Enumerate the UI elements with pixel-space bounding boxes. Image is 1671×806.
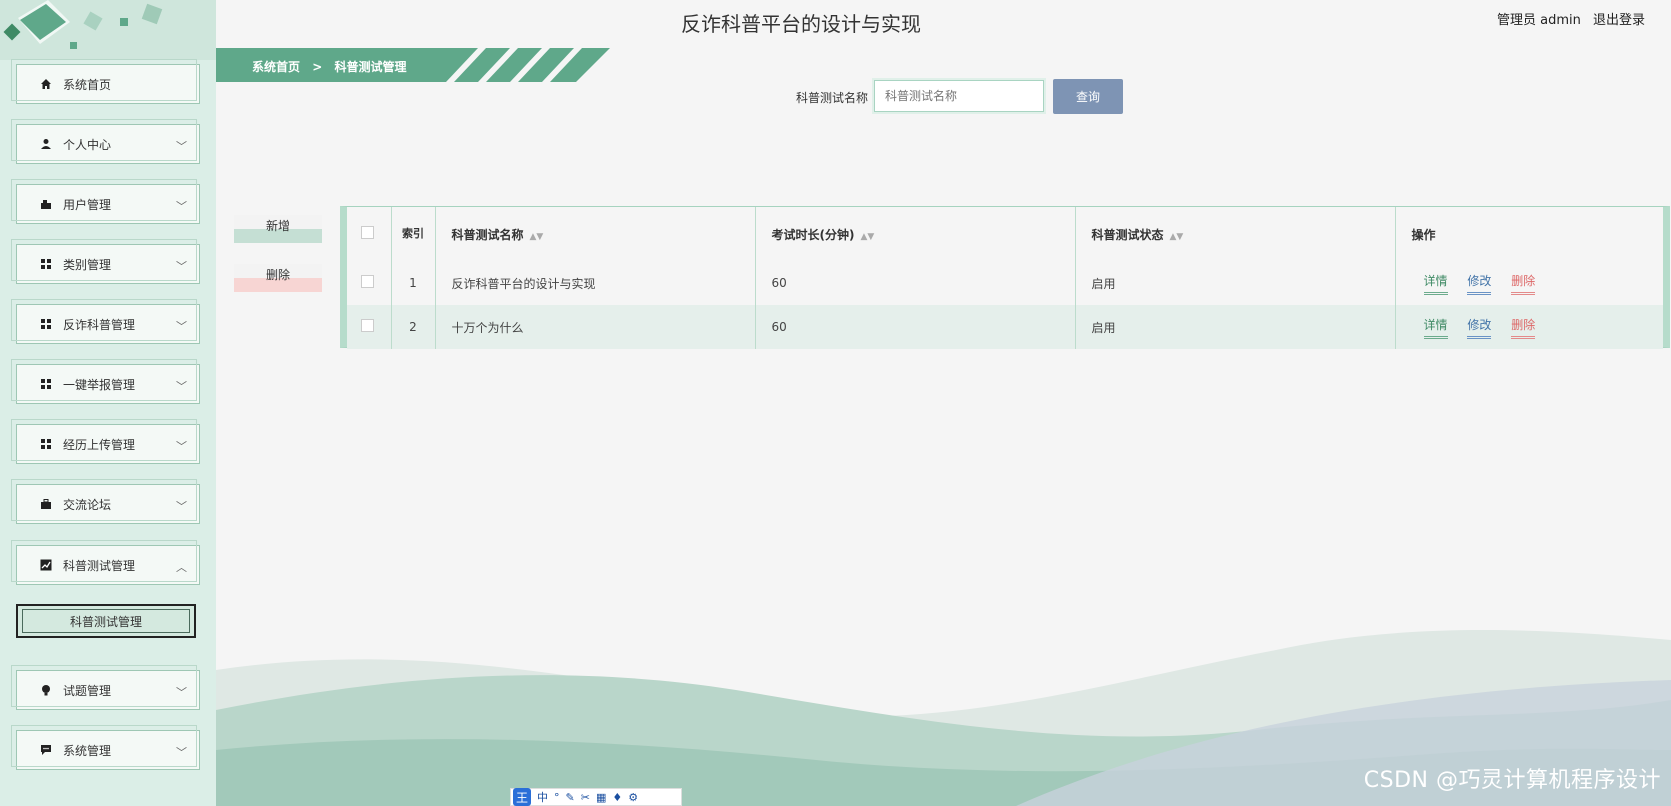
chart-icon — [39, 558, 53, 572]
row-duration: 60 — [755, 261, 1076, 305]
row-duration: 60 — [755, 305, 1076, 349]
ime-settings-icon[interactable]: ⚙ — [628, 791, 638, 804]
sidebar-item-quiz-manage[interactable]: 科普测试管理 ︿ — [11, 540, 200, 585]
row-name: 十万个为什么 — [435, 305, 756, 349]
chevron-down-icon: ﹀ — [176, 440, 187, 453]
chevron-down-icon: ﹀ — [176, 260, 187, 273]
page-title: 反诈科普平台的设计与实现 — [681, 12, 921, 36]
row-checkbox[interactable] — [361, 319, 374, 332]
ime-toolbar[interactable]: 王 中 ° ✎ ✂ ▦ ♦ ⚙ — [510, 788, 682, 806]
sidebar-item-report[interactable]: 一键举报管理 ﹀ — [11, 359, 200, 404]
sidebar-item-label: 试题管理 — [63, 683, 112, 698]
users-icon — [39, 197, 53, 211]
add-button[interactable]: 新增 — [234, 215, 322, 243]
detail-button[interactable]: 详情 — [1423, 316, 1448, 339]
watermark: CSDN @巧灵计算机程序设计 — [1363, 768, 1661, 793]
search-label: 科普测试名称 — [796, 91, 869, 105]
chevron-down-icon: ﹀ — [176, 686, 187, 699]
ime-tools-icon[interactable]: ✂ — [581, 791, 590, 804]
admin-label: 管理员 admin — [1496, 13, 1581, 28]
breadcrumb: 系统首页 > 科普测试管理 — [216, 48, 610, 82]
ime-mode[interactable]: 中 — [537, 789, 548, 805]
header-name[interactable]: 科普测试名称 — [452, 228, 524, 242]
delete-button[interactable]: 删除 — [234, 264, 322, 292]
grid-icon — [39, 437, 53, 451]
sidebar-item-label: 反诈科普管理 — [63, 317, 136, 332]
detail-button[interactable]: 详情 — [1423, 272, 1448, 295]
search-input[interactable] — [874, 80, 1044, 112]
chevron-down-icon: ﹀ — [176, 500, 187, 513]
sidebar-item-label: 科普测试管理 — [63, 558, 136, 573]
sidebar-item-label: 一键举报管理 — [63, 377, 136, 392]
sidebar-item-label: 用户管理 — [63, 197, 112, 212]
ime-skin-icon[interactable]: ♦ — [612, 791, 622, 804]
sidebar-item-system[interactable]: 系统管理 ﹀ — [11, 725, 200, 770]
sidebar-item-home[interactable]: 系统首页 — [11, 59, 200, 104]
sidebar-item-profile[interactable]: 个人中心 ﹀ — [11, 119, 200, 164]
row-index: 2 — [391, 305, 436, 349]
data-table: 索引 科普测试名称 ▲▼ 考试时长(分钟) ▲▼ 科普测试状态 ▲▼ 操作 1 反诈科… — [340, 206, 1670, 349]
grid-icon — [39, 377, 53, 391]
sidebar-item-users[interactable]: 用户管理 ﹀ — [11, 179, 200, 224]
row-status: 启用 — [1075, 261, 1396, 305]
sidebar: 系统首页 个人中心 ﹀ 用户管理 ﹀ 类别管理 ﹀ 反诈科普管理 ﹀ 一键举报管… — [0, 0, 216, 806]
row-status: 启用 — [1075, 305, 1396, 349]
grid-icon — [39, 257, 53, 271]
sidebar-item-label: 个人中心 — [63, 137, 112, 152]
search-button[interactable]: 查询 — [1053, 79, 1123, 114]
row-index: 1 — [391, 261, 436, 305]
ime-pen-icon[interactable]: ✎ — [566, 791, 575, 804]
chevron-down-icon: ﹀ — [176, 746, 187, 759]
sidebar-item-antifraud[interactable]: 反诈科普管理 ﹀ — [11, 299, 200, 344]
chevron-down-icon: ﹀ — [176, 320, 187, 333]
row-checkbox[interactable] — [361, 275, 374, 288]
sort-icon[interactable]: ▲▼ — [530, 232, 544, 242]
sidebar-item-category[interactable]: 类别管理 ﹀ — [11, 239, 200, 284]
sort-icon[interactable]: ▲▼ — [860, 232, 874, 242]
sort-icon[interactable]: ▲▼ — [1170, 232, 1184, 242]
header-ops: 操作 — [1411, 227, 1436, 242]
briefcase-icon — [39, 497, 53, 511]
sidebar-item-label: 经历上传管理 — [63, 437, 136, 452]
header-duration[interactable]: 考试时长(分钟) — [772, 228, 855, 242]
chevron-down-icon: ﹀ — [176, 380, 187, 393]
home-icon — [39, 77, 53, 91]
breadcrumb-current: 科普测试管理 — [334, 60, 407, 74]
chevron-up-icon: ︿ — [176, 561, 187, 574]
submenu-item-label: 科普测试管理 — [69, 614, 142, 629]
message-icon — [39, 743, 53, 757]
breadcrumb-home[interactable]: 系统首页 — [252, 60, 300, 74]
user-bar: 管理员 admin 退出登录 — [1489, 9, 1645, 28]
header-index: 索引 — [391, 207, 436, 261]
sidebar-item-experience[interactable]: 经历上传管理 ﹀ — [11, 419, 200, 464]
table-row: 2 十万个为什么 60 启用 详情 修改 删除 — [347, 305, 1663, 349]
select-all-checkbox[interactable] — [361, 226, 374, 239]
row-delete-button[interactable]: 删除 — [1511, 272, 1536, 295]
user-icon — [39, 137, 53, 151]
table-row: 1 反诈科普平台的设计与实现 60 启用 详情 修改 删除 — [347, 261, 1663, 305]
chevron-down-icon: ﹀ — [176, 200, 187, 213]
ime-keyboard-icon[interactable]: ▦ — [596, 791, 606, 804]
row-name: 反诈科普平台的设计与实现 — [435, 261, 756, 305]
ime-punct-icon[interactable]: ° — [554, 791, 560, 804]
header-status[interactable]: 科普测试状态 — [1092, 228, 1164, 242]
sidebar-item-forum[interactable]: 交流论坛 ﹀ — [11, 479, 200, 524]
grid-icon — [39, 317, 53, 331]
sidebar-item-label: 交流论坛 — [63, 497, 112, 512]
sidebar-item-label: 类别管理 — [63, 257, 112, 272]
sidebar-item-questions[interactable]: 试题管理 ﹀ — [11, 665, 200, 710]
submenu-item-quiz-manage[interactable]: 科普测试管理 — [16, 604, 196, 638]
sidebar-item-label: 系统首页 — [63, 77, 112, 92]
row-delete-button[interactable]: 删除 — [1511, 316, 1536, 339]
chevron-down-icon: ﹀ — [176, 140, 187, 153]
logo-decoration — [0, 0, 216, 60]
ime-logo-icon[interactable]: 王 — [513, 788, 531, 806]
edit-button[interactable]: 修改 — [1467, 316, 1492, 339]
edit-button[interactable]: 修改 — [1467, 272, 1492, 295]
bulb-icon — [39, 683, 53, 697]
table-header-row: 索引 科普测试名称 ▲▼ 考试时长(分钟) ▲▼ 科普测试状态 ▲▼ 操作 — [347, 207, 1663, 261]
sidebar-item-label: 系统管理 — [63, 743, 112, 758]
breadcrumb-separator: > — [312, 60, 323, 74]
logout-link[interactable]: 退出登录 — [1593, 13, 1645, 28]
